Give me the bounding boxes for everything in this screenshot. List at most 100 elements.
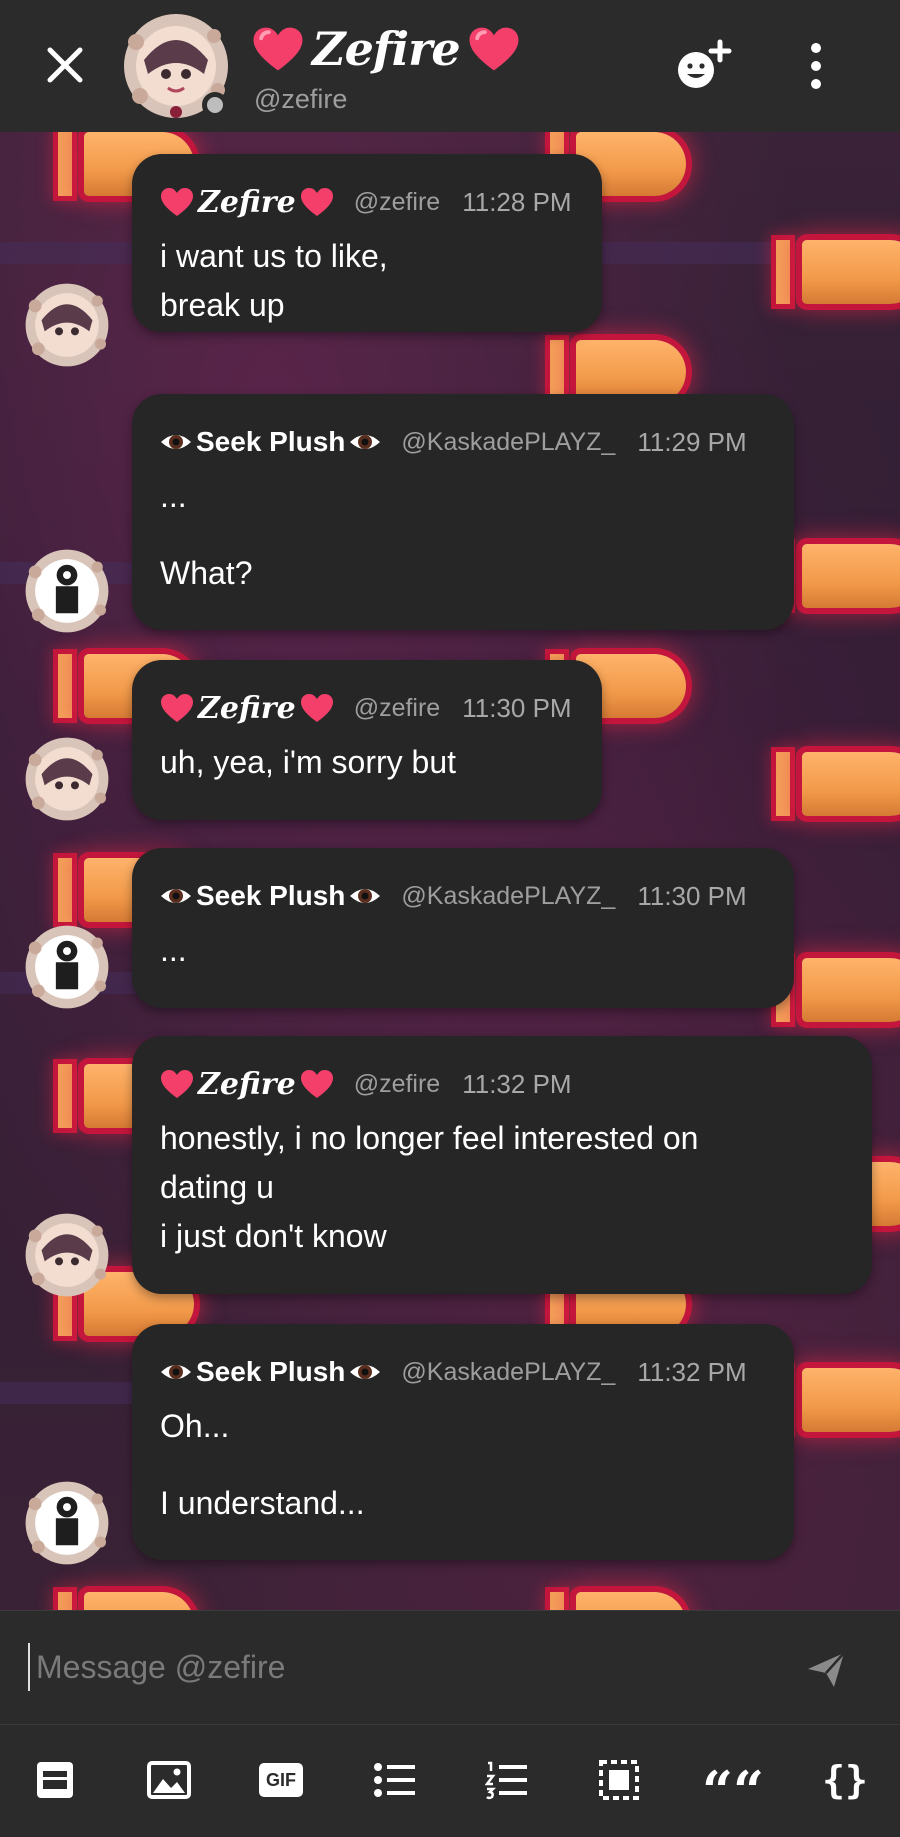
close-button[interactable] <box>40 40 90 90</box>
gif-button[interactable]: GIF <box>256 1755 306 1805</box>
author-name[interactable]: Zefire <box>160 1067 334 1102</box>
avatar-seek-plush[interactable] <box>24 1480 110 1566</box>
message-bubble[interactable]: Zefire @zefire 11:32 PM honestly, i no l… <box>132 1036 872 1294</box>
message-line: uh, yea, i'm sorry but <box>160 744 456 780</box>
chat-header: Zefire @zefire <box>0 0 900 132</box>
message-time: 11:30 PM <box>637 880 747 911</box>
message-header: Seek Plush @KaskadePLAYZ_ 11:32 PM <box>160 1354 766 1390</box>
image-icon <box>147 1761 191 1799</box>
message-line: What? <box>160 555 253 591</box>
avatar-zefire[interactable] <box>24 736 110 822</box>
message-bubble[interactable]: Zefire @zefire 11:28 PM i want us to lik… <box>132 154 602 332</box>
divider-button[interactable] <box>594 1755 644 1805</box>
message-line: break up <box>160 287 285 323</box>
avatar-seek-plush[interactable] <box>24 924 110 1010</box>
bg-bullet <box>84 1592 194 1610</box>
heart-icon <box>161 694 193 722</box>
message-time: 11:32 PM <box>462 1068 572 1099</box>
send-button[interactable] <box>804 1647 848 1691</box>
avatar-seek-plush[interactable] <box>24 548 110 634</box>
sticker-button[interactable] <box>30 1755 80 1805</box>
bullet-list-icon <box>374 1763 415 1797</box>
bg-bullet <box>802 958 900 1022</box>
avatar-zefire[interactable] <box>24 282 110 368</box>
eye-icon <box>161 1365 191 1379</box>
author-name[interactable]: Zefire <box>160 691 334 726</box>
bg-bullet <box>576 1592 686 1610</box>
author-name[interactable]: Seek Plush <box>160 1356 381 1388</box>
message-text: uh, yea, i'm sorry but <box>160 738 574 787</box>
add-member-button[interactable] <box>672 38 736 94</box>
text-cursor <box>28 1643 30 1691</box>
eye-icon <box>350 889 381 903</box>
author-name-text: Zefire <box>198 690 296 726</box>
send-icon <box>808 1652 845 1687</box>
quote-icon: ““ <box>701 1759 765 1823</box>
message-bubble[interactable]: Zefire @zefire 11:30 PM uh, yea, i'm sor… <box>132 660 602 820</box>
bg-bullet <box>802 1368 900 1432</box>
status-indicator <box>202 92 228 118</box>
message-line: I understand... <box>160 1485 365 1521</box>
header-handle: @zefire <box>254 84 348 114</box>
message-time: 11:28 PM <box>462 186 572 217</box>
author-name[interactable]: Seek Plush <box>160 880 381 912</box>
author-handle: @zefire <box>353 693 441 722</box>
author-name[interactable]: Seek Plush <box>160 426 381 458</box>
message-text: honestly, i no longer feel interested on… <box>160 1114 844 1261</box>
bg-bullet <box>802 544 900 608</box>
code-button[interactable]: {} <box>820 1755 870 1805</box>
heart-icon <box>161 188 193 216</box>
heart-icon <box>161 1070 193 1098</box>
bg-bullet-stripe <box>776 240 790 304</box>
author-name-text: Zefire <box>198 184 296 220</box>
gif-label: GIF <box>266 1770 296 1790</box>
heart-icon <box>253 27 303 71</box>
message-line: honestly, i no longer feel interested on <box>160 1120 699 1156</box>
author-name-text: Zefire <box>198 1066 296 1102</box>
image-button[interactable] <box>144 1755 194 1805</box>
more-options-button[interactable] <box>800 38 832 94</box>
message-bubble[interactable]: Seek Plush @KaskadePLAYZ_ 11:32 PM Oh...… <box>132 1324 794 1560</box>
bg-bullet-stripe <box>776 752 790 816</box>
avatar-zefire[interactable] <box>24 1212 110 1298</box>
header-title-text: Zefire <box>312 22 461 76</box>
message-text: ... <box>160 926 766 975</box>
bg-bullet-stripe <box>58 132 72 196</box>
more-vertical-icon <box>811 43 821 89</box>
header-title: Zefire <box>252 18 520 80</box>
numbered-list-icon <box>485 1761 527 1800</box>
message-bubble[interactable]: Seek Plush @KaskadePLAYZ_ 11:30 PM ... <box>132 848 794 1008</box>
bg-bullet-stripe <box>58 654 72 718</box>
bg-bullet-stripe <box>58 1064 72 1128</box>
message-header: Seek Plush @KaskadePLAYZ_ 11:29 PM <box>160 424 766 460</box>
author-name-text: Seek Plush <box>196 1356 346 1387</box>
quote-button[interactable]: ““ <box>702 1755 764 1818</box>
heart-icon <box>300 188 333 216</box>
author-handle: @KaskadePLAYZ_ <box>401 1357 616 1386</box>
eye-icon <box>161 435 191 449</box>
message-composer <box>0 1610 900 1724</box>
eye-icon <box>161 889 191 903</box>
author-name[interactable]: Zefire <box>160 185 334 220</box>
message-line: i want us to like, <box>160 238 388 274</box>
eye-icon <box>350 435 381 449</box>
author-handle: @zefire <box>353 1069 441 1098</box>
message-header: Seek Plush @KaskadePLAYZ_ 11:30 PM <box>160 878 766 914</box>
author-name-text: Seek Plush <box>196 426 346 457</box>
message-input[interactable] <box>36 1637 756 1697</box>
message-time: 11:30 PM <box>462 692 572 723</box>
bullet-list-button[interactable] <box>370 1755 420 1805</box>
eye-icon <box>350 1365 381 1379</box>
message-time: 11:32 PM <box>637 1356 747 1387</box>
message-header: Zefire @zefire 11:30 PM <box>160 690 574 726</box>
author-handle: @KaskadePLAYZ_ <box>401 881 616 910</box>
message-header: Zefire @zefire 11:28 PM <box>160 184 574 220</box>
message-line: Oh... <box>160 1408 230 1444</box>
message-bubble[interactable]: Seek Plush @KaskadePLAYZ_ 11:29 PM ... W… <box>132 394 794 630</box>
numbered-list-button[interactable] <box>482 1755 532 1805</box>
message-text: ... What? <box>160 472 766 598</box>
code-icon: {} <box>822 1758 868 1802</box>
message-header: Zefire @zefire 11:32 PM <box>160 1066 844 1102</box>
close-icon <box>47 47 83 83</box>
bg-bullet-stripe <box>58 1592 72 1610</box>
